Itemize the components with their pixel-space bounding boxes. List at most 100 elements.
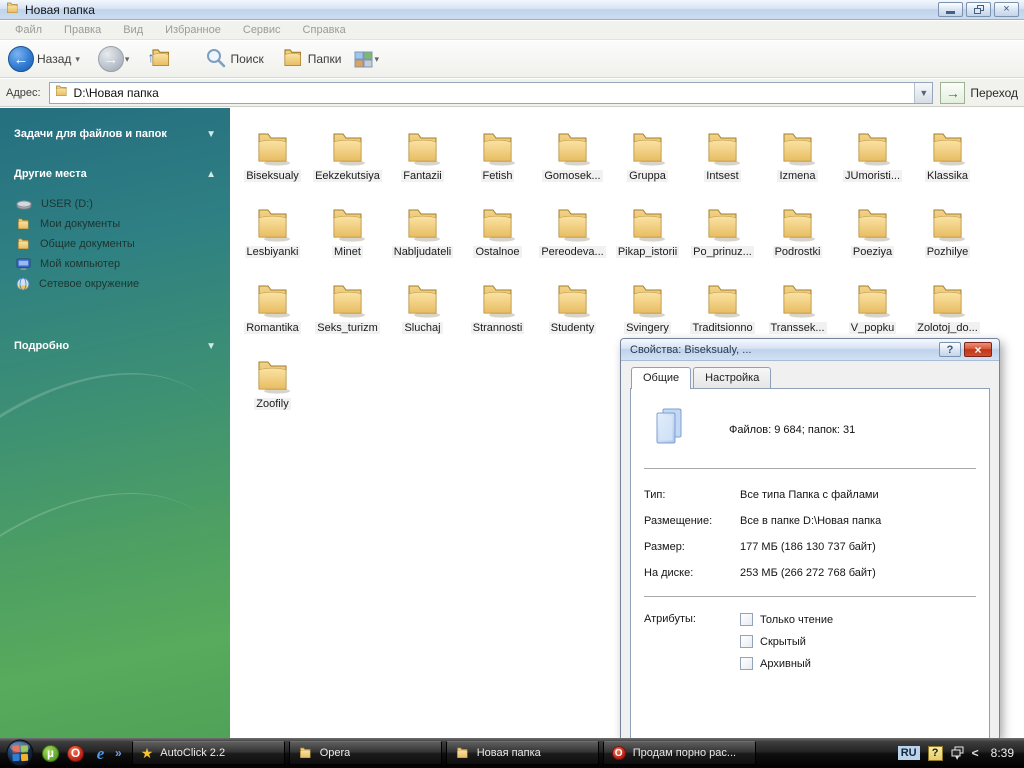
dialog-body: Общие Настройка Файлов: 9 684; папок: 31	[630, 367, 990, 738]
quick-launch-overflow-icon[interactable]: »	[115, 746, 122, 760]
sidebar-item-shared-documents[interactable]: Общие документы	[16, 234, 216, 254]
restore-icon	[973, 5, 984, 14]
folder-item[interactable]: Gruppa	[610, 111, 685, 187]
back-dropdown[interactable]: ▾	[75, 54, 80, 65]
back-button[interactable]: ←	[8, 46, 34, 72]
menu-help[interactable]: Справка	[292, 24, 357, 36]
go-label[interactable]: Переход	[970, 86, 1018, 100]
folder-item[interactable]: Ostalnoe	[460, 187, 535, 263]
folder-item[interactable]: Traditsionno	[685, 263, 760, 339]
folder-item[interactable]: Gomosek...	[535, 111, 610, 187]
start-button[interactable]	[6, 739, 34, 767]
folder-item[interactable]: Klassika	[910, 111, 985, 187]
folder-item[interactable]: Po_prinuz...	[685, 187, 760, 263]
folder-item[interactable]: Pikap_istorii	[610, 187, 685, 263]
search-label[interactable]: Поиск	[230, 52, 263, 66]
views-button[interactable]: ▾	[354, 51, 383, 68]
checkbox-read-only[interactable]	[740, 613, 753, 626]
folder-item[interactable]: Nabljudateli	[385, 187, 460, 263]
tray-help-icon[interactable]: ?	[927, 745, 943, 761]
folder-item[interactable]: Lesbiyanki	[235, 187, 310, 263]
desktop-screen: Новая папка × Файл Правка Вид Избранное …	[0, 0, 1024, 768]
folder-item[interactable]: Pozhilye	[910, 187, 985, 263]
folders-icon[interactable]	[281, 47, 305, 72]
sidebar-item-network[interactable]: Сетевое окружение	[16, 274, 216, 294]
quick-launch: µ O e »	[42, 744, 122, 762]
back-label[interactable]: Назад	[37, 52, 71, 66]
folder-item[interactable]: JUmoristi...	[835, 111, 910, 187]
folder-item[interactable]: Fetish	[460, 111, 535, 187]
my-documents-icon	[18, 218, 29, 229]
folder-item[interactable]: Strannosti	[460, 263, 535, 339]
language-indicator[interactable]: RU	[897, 746, 920, 760]
folder-item[interactable]: Sluchaj	[385, 263, 460, 339]
internet-explorer-icon[interactable]: e	[92, 745, 109, 762]
up-button[interactable]: ↑	[147, 47, 175, 71]
search-icon[interactable]	[205, 47, 227, 72]
folder-item[interactable]: Izmena	[760, 111, 835, 187]
folder-item[interactable]: Biseksualy	[235, 111, 310, 187]
utorrent-icon[interactable]: µ	[42, 744, 59, 762]
folder-item[interactable]: Intsest	[685, 111, 760, 187]
forward-dropdown[interactable]: ▾	[125, 54, 130, 65]
chevron-up-icon[interactable]: ▲	[206, 169, 216, 180]
folder-item[interactable]: Svingery	[610, 263, 685, 339]
go-button[interactable]: →	[940, 81, 966, 104]
folder-item[interactable]: Eekzekutsiya	[310, 111, 385, 187]
forward-button[interactable]: →	[97, 46, 124, 72]
taskbar-button-new-folder[interactable]: Новая папка	[445, 741, 599, 765]
chevron-down-icon[interactable]: ▼	[206, 129, 216, 140]
menu-file[interactable]: Файл	[4, 24, 53, 36]
folder-item[interactable]: Studenty	[535, 263, 610, 339]
menu-edit[interactable]: Правка	[53, 24, 112, 36]
prop-label: Размер:	[644, 541, 685, 553]
folder-item[interactable]: V_popku	[835, 263, 910, 339]
folder-icon	[252, 129, 294, 170]
sidebar-item-label: Мои документы	[40, 218, 121, 230]
folder-item[interactable]: Pereodeva...	[535, 187, 610, 263]
minimize-button[interactable]	[938, 2, 963, 17]
folder-label: Klassika	[925, 170, 970, 182]
tab-general[interactable]: Общие	[631, 367, 692, 389]
taskbar-button-opera-page[interactable]: O Продам порно рас...	[602, 741, 756, 765]
checkbox-hidden[interactable]	[740, 635, 753, 648]
tray-collapse-icon[interactable]: <	[972, 746, 979, 760]
address-dropdown[interactable]: ▼	[914, 82, 933, 103]
folder-item[interactable]: Fantazii	[385, 111, 460, 187]
address-input[interactable]	[73, 85, 915, 100]
folder-icon	[252, 357, 294, 398]
section-details[interactable]: Подробно ▼	[14, 340, 216, 352]
folder-item[interactable]: Podrostki	[760, 187, 835, 263]
folder-item[interactable]: Zoofily	[235, 339, 310, 415]
folders-label[interactable]: Папки	[308, 52, 342, 66]
dialog-help-button[interactable]: ?	[939, 342, 961, 357]
menu-view[interactable]: Вид	[112, 24, 154, 36]
folder-item[interactable]: Romantika	[235, 263, 310, 339]
folder-item[interactable]: Zolotoj_do...	[910, 263, 985, 339]
folder-item[interactable]: Transsek...	[760, 263, 835, 339]
folder-item[interactable]: Seks_turizm	[310, 263, 385, 339]
taskbar-button-label: Новая папка	[476, 747, 541, 759]
opera-icon[interactable]: O	[67, 744, 84, 762]
folder-item[interactable]: Poeziya	[835, 187, 910, 263]
sidebar-item-my-computer[interactable]: Мой компьютер	[16, 254, 216, 274]
chevron-down-icon[interactable]: ▼	[206, 341, 216, 352]
taskbar-button-autoclick[interactable]: ★ AutoClick 2.2	[131, 741, 285, 765]
menu-favorites[interactable]: Избранное	[154, 24, 232, 36]
sidebar-item-user-d[interactable]: USER (D:)	[16, 194, 216, 214]
tab-customize[interactable]: Настройка	[693, 367, 772, 388]
section-file-tasks[interactable]: Задачи для файлов и папок ▼	[14, 128, 216, 140]
dialog-close-button[interactable]: ×	[964, 342, 992, 357]
restore-button[interactable]	[966, 2, 991, 17]
tray-windows-icon[interactable]: ▾	[951, 746, 964, 762]
close-button[interactable]: ×	[994, 2, 1019, 17]
section-other-places[interactable]: Другие места ▲	[14, 168, 216, 180]
folder-label: Ostalnoe	[473, 246, 522, 258]
views-dropdown[interactable]: ▾	[374, 54, 379, 65]
checkbox-archive[interactable]	[740, 657, 753, 670]
checkbox-label: Только чтение	[760, 613, 834, 626]
folder-item[interactable]: Minet	[310, 187, 385, 263]
menu-tools[interactable]: Сервис	[232, 24, 292, 36]
sidebar-item-my-documents[interactable]: Мои документы	[16, 214, 216, 234]
taskbar-button-opera-folder[interactable]: Opera	[288, 741, 442, 765]
